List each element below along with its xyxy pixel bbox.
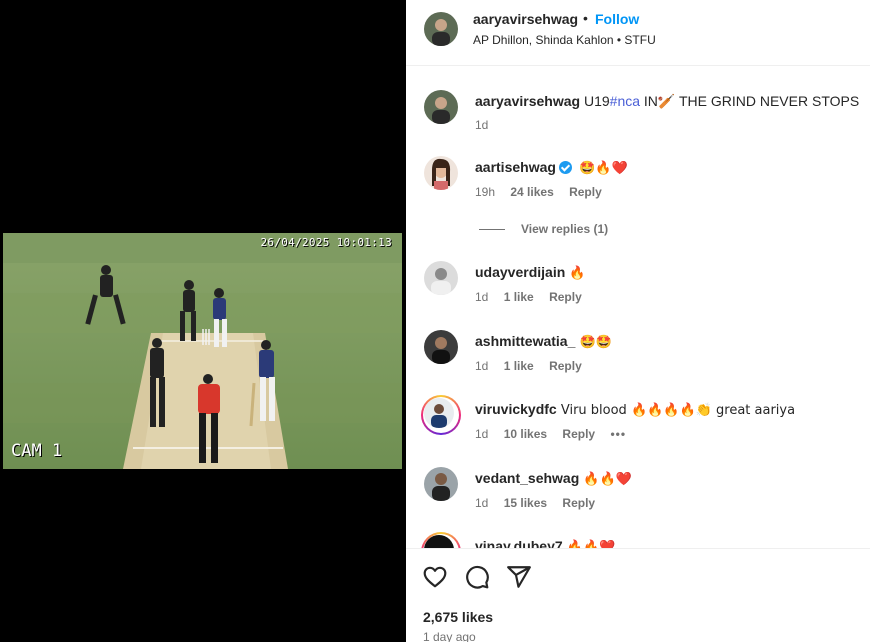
caption-username[interactable]: aaryavirsehwag [475,93,580,109]
comment-likes[interactable]: 24 likes [510,185,553,199]
hashtag-link[interactable]: #nca [610,93,640,109]
comment-avatar[interactable] [424,467,458,501]
cricket-video[interactable]: 26/04/2025 10:01:13 CAM 1 [3,233,402,469]
comment-likes[interactable]: 1 like [504,290,534,304]
comment-body: 🤩🤩 [575,335,612,350]
comment-meta: 1d 15 likes Reply [475,496,607,510]
post-date: 1 day ago [423,630,476,642]
comment-username[interactable]: viruvickydfc [475,401,557,417]
reply-button[interactable]: Reply [549,290,582,304]
comment-text: ashmittewatia_ 🤩🤩 [475,333,612,350]
comment-avatar[interactable] [424,330,458,364]
reply-button[interactable]: Reply [569,185,602,199]
camera-label: CAM 1 [11,441,63,461]
comment-username[interactable]: vedant_sehwag [475,470,579,486]
comment-body: 🔥🔥❤️ [562,540,616,548]
caption-text: aaryavirsehwag U19#nca IN🏏 THE GRIND NEV… [475,93,859,110]
author-username[interactable]: aaryavirsehwag [473,11,578,27]
comment-avatar[interactable] [424,398,454,428]
comment-username[interactable]: udayverdijain [475,264,565,280]
comment-text: vinay.dubey7 🔥🔥❤️ [475,538,615,548]
caption-meta: 1d [475,118,500,132]
comment-avatar[interactable] [424,261,458,295]
likes-count[interactable]: 2,675 likes [423,609,493,625]
verified-badge-icon [558,161,572,174]
cricket-scene-image [3,233,402,469]
comment-meta: 19h 24 likes Reply [475,185,614,199]
comment-likes[interactable]: 10 likes [504,427,547,441]
audio-info[interactable]: AP Dhillon, Shinda Kahlon • STFU [473,33,656,47]
comment-time: 1d [475,496,489,510]
reply-button[interactable]: Reply [549,359,582,373]
comment-time: 19h [475,185,496,199]
comment-avatar[interactable] [424,156,458,190]
comment-username[interactable]: vinay.dubey7 [475,538,563,548]
story-ring[interactable] [421,395,461,435]
follow-button[interactable]: Follow [595,11,639,27]
comment-username[interactable]: ashmittewatia_ [475,333,575,349]
comment-time: 1d [475,290,489,304]
post-side-panel: aaryavirsehwag • Follow AP Dhillon, Shin… [406,0,870,642]
comment-text: aartisehwag 🤩🔥❤️ [475,159,628,176]
comment-text: udayverdijain 🔥 [475,264,586,281]
reply-button[interactable]: Reply [562,496,595,510]
share-icon[interactable] [506,564,532,590]
comment-body: 🤩🔥❤️ [574,161,628,176]
story-ring[interactable] [421,532,461,548]
comment-username[interactable]: aartisehwag [475,159,556,175]
comment-text: vedant_sehwag 🔥🔥❤️ [475,470,632,487]
post-header: aaryavirsehwag • Follow AP Dhillon, Shin… [406,0,870,66]
comment-body: 🔥🔥❤️ [579,472,632,487]
comment-icon[interactable] [464,564,490,590]
comment-meta: 1d 1 like Reply [475,290,594,304]
post-actions: 2,675 likes 1 day ago [406,548,870,642]
comment-body: 🔥 [565,266,586,281]
caption-text-after: IN🏏 THE GRIND NEVER STOPS [640,93,860,109]
caption-avatar[interactable] [424,90,458,124]
reply-button[interactable]: Reply [562,427,595,441]
comment-text: viruvickydfc Viru blood 🔥🔥🔥🔥👏 great aari… [475,401,795,418]
author-avatar[interactable] [424,12,458,46]
caption-time: 1d [475,118,489,132]
video-timestamp: 26/04/2025 10:01:13 [260,236,392,249]
caption-text-before: U19 [580,93,610,109]
comment-time: 1d [475,427,489,441]
comment-body: Viru blood 🔥🔥🔥🔥👏 great aariya [556,403,796,418]
post-media[interactable]: 26/04/2025 10:01:13 CAM 1 [0,0,406,642]
comment-likes[interactable]: 15 likes [504,496,547,510]
comment-meta: 1d 10 likes Reply ••• [475,427,638,441]
header-separator: • [583,10,588,26]
comments-list[interactable]: aaryavirsehwag U19#nca IN🏏 THE GRIND NEV… [406,67,870,548]
more-options-icon[interactable]: ••• [610,427,626,441]
comment-meta: 1d 1 like Reply [475,359,594,373]
comment-time: 1d [475,359,489,373]
heart-icon[interactable] [422,564,448,590]
comment-likes[interactable]: 1 like [504,359,534,373]
view-replies-button[interactable]: View replies (1) [479,222,608,236]
